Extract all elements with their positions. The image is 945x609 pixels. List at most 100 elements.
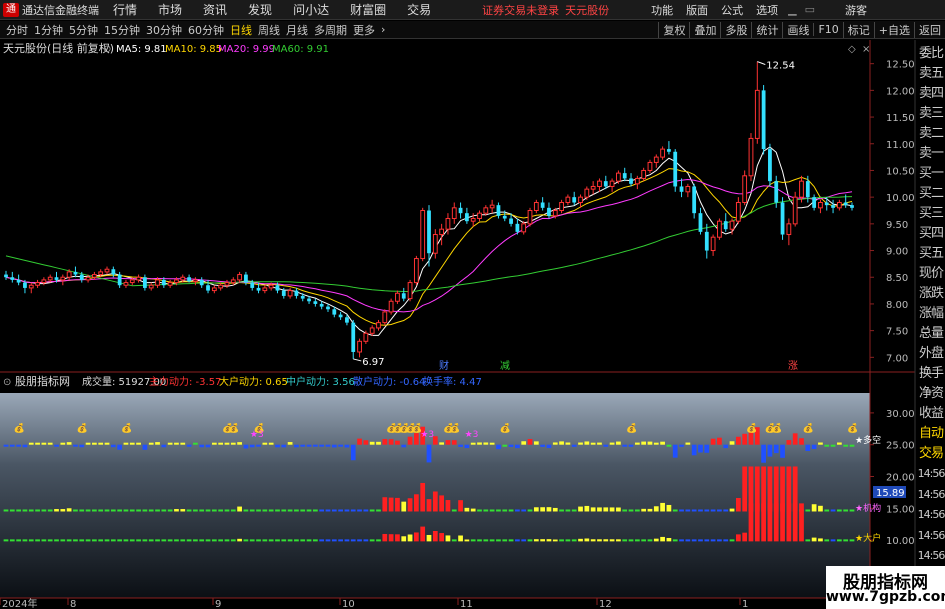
period-weekly[interactable]: 周线 (258, 22, 280, 38)
side-panel-item[interactable]: 委比 (917, 44, 945, 64)
candle[interactable] (211, 285, 217, 294)
candle[interactable] (698, 207, 703, 235)
candle[interactable] (540, 197, 545, 211)
candle[interactable] (439, 223, 445, 246)
candle[interactable] (143, 274, 147, 291)
candle[interactable] (836, 199, 842, 211)
period-daily[interactable]: 日线 (230, 22, 252, 38)
candle[interactable] (395, 290, 400, 304)
tool-back[interactable]: 返回 (914, 21, 945, 38)
candle[interactable] (692, 183, 697, 219)
broker-warning[interactable]: 证券交易未登录 (482, 2, 559, 18)
candle[interactable] (351, 319, 356, 359)
candle[interactable] (407, 279, 413, 302)
legend-settings-icon[interactable]: ⊙ (103, 44, 111, 55)
side-panel-item[interactable]: 自动 (917, 424, 945, 444)
candle[interactable] (850, 202, 854, 211)
period-multi[interactable]: 多周期 (314, 22, 347, 38)
candle[interactable] (629, 173, 633, 187)
tool-overlay[interactable]: 叠加 (689, 21, 720, 38)
side-panel-item[interactable]: 14:56 (917, 464, 945, 485)
candle[interactable] (224, 279, 230, 288)
menu-ask-xiaoda[interactable]: 问小达 (293, 1, 329, 18)
candle[interactable] (641, 167, 647, 182)
candle[interactable] (388, 298, 394, 315)
candle[interactable] (710, 234, 716, 256)
side-panel-item[interactable]: 涨幅 (917, 304, 945, 324)
candle[interactable] (287, 287, 293, 299)
period-15min[interactable]: 15分钟 (104, 22, 140, 38)
side-panel-item[interactable]: 卖三 (917, 104, 945, 124)
candle[interactable] (60, 274, 66, 286)
pane-close-icon[interactable]: × (862, 44, 870, 55)
candle[interactable] (780, 197, 785, 240)
candle[interactable] (237, 271, 242, 283)
candle[interactable] (597, 178, 602, 192)
side-panel-item[interactable]: 14:56 (917, 546, 945, 567)
candle[interactable] (206, 279, 210, 294)
candle[interactable] (768, 143, 772, 187)
side-panel-item[interactable]: 14:56 (917, 526, 945, 547)
candle[interactable] (565, 194, 571, 206)
tool-adjust[interactable]: 复权 (658, 21, 689, 38)
candle[interactable] (148, 282, 154, 291)
candle[interactable] (647, 159, 653, 174)
side-panel-item[interactable]: 总量 (917, 324, 945, 344)
period-timeshare[interactable]: 分时 (6, 22, 28, 38)
candle[interactable] (338, 311, 343, 320)
candle[interactable] (313, 298, 318, 307)
period-5min[interactable]: 5分钟 (69, 22, 98, 38)
side-panel-item[interactable]: 卖五 (917, 64, 945, 84)
candle[interactable] (818, 199, 823, 214)
candle[interactable] (413, 255, 419, 286)
side-panel-item[interactable]: 买三 (917, 204, 945, 224)
candle[interactable] (376, 319, 381, 331)
period-monthly[interactable]: 月线 (286, 22, 308, 38)
diamond-icon[interactable]: ◇ (848, 44, 856, 55)
side-panel-item[interactable]: 现价 (917, 264, 945, 284)
side-panel-item[interactable]: 14:56 (917, 505, 945, 526)
menu-trade[interactable]: 交易 (407, 1, 431, 18)
candle[interactable] (10, 271, 15, 283)
candle[interactable] (193, 277, 198, 286)
candle[interactable] (653, 154, 659, 168)
event-marker-reduce[interactable]: 减 (500, 360, 510, 372)
side-panel-item[interactable]: 净资 (917, 384, 945, 404)
candle[interactable] (496, 202, 501, 219)
candle[interactable] (717, 218, 722, 240)
candle[interactable] (420, 207, 426, 262)
candle[interactable] (559, 199, 564, 214)
indicator-settings-icon[interactable]: ⊙ (3, 377, 11, 388)
tool-statistics[interactable]: 统计 (751, 21, 782, 38)
candle[interactable] (4, 270, 8, 280)
candle[interactable] (369, 325, 375, 336)
candle[interactable] (432, 229, 438, 259)
tool-mark[interactable]: 标记 (842, 21, 874, 38)
window-maximize-icon[interactable]: ▭ (805, 3, 815, 16)
candle[interactable] (742, 170, 748, 206)
side-panel-item[interactable]: 换手 (917, 364, 945, 384)
candle[interactable] (35, 279, 40, 288)
candle[interactable] (685, 183, 691, 198)
candle[interactable] (167, 279, 173, 288)
candle[interactable] (584, 186, 590, 200)
menu-function[interactable]: 功能 (651, 2, 673, 18)
period-more[interactable]: 更多 (353, 22, 375, 38)
side-panel-item[interactable]: 外盘 (917, 344, 945, 364)
candle[interactable] (735, 197, 741, 224)
candle[interactable] (521, 221, 527, 235)
guest-login[interactable]: 游客 (845, 2, 867, 18)
candle[interactable] (464, 207, 469, 224)
menu-news[interactable]: 资讯 (203, 1, 227, 18)
period-more-chevron-icon[interactable]: › (381, 23, 385, 36)
side-panel-item[interactable]: 买二 (917, 184, 945, 204)
side-panel-item[interactable]: 买四 (917, 224, 945, 244)
candle[interactable] (319, 301, 324, 310)
candle[interactable] (451, 202, 457, 224)
chart-area[interactable]: 天元股份(日线 前复权) ⊙ MA5: 9.81 MA10: 9.85 MA20… (0, 40, 945, 609)
menu-options[interactable]: 选项 (756, 2, 778, 18)
candle[interactable] (634, 175, 640, 190)
candle[interactable] (533, 199, 539, 214)
candle[interactable] (382, 309, 388, 326)
candle[interactable] (660, 146, 665, 160)
